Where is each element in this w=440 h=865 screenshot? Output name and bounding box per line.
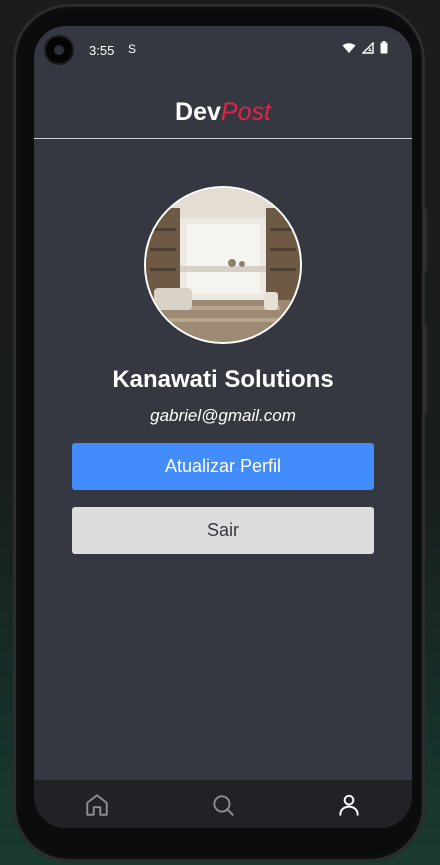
tab-profile[interactable] [336,792,362,818]
app-header: DevPost [34,86,412,139]
signal-icon [362,41,374,54]
tab-home[interactable] [84,792,110,818]
battery-icon [380,41,388,54]
avatar-image [146,188,300,342]
avatar[interactable] [144,186,302,344]
brand-accent-text: Post [220,97,271,126]
front-camera [46,37,72,63]
status-notification-icon: S [128,42,137,56]
bottom-tab-bar [34,780,412,828]
volume-button [423,209,427,271]
logout-button[interactable]: Sair [72,507,374,554]
home-icon [86,794,108,816]
tab-search[interactable] [210,792,236,818]
status-time: 3:55 [89,43,115,58]
brand-main-text: Dev [175,97,221,126]
brand-logo: DevPost [175,98,271,127]
profile-icon [339,794,359,816]
search-icon [213,795,234,816]
wifi-icon [342,42,356,53]
status-icons [342,41,388,54]
app-screen: 3:55 S DevPost Kanawati Solutions gabrie… [34,26,412,828]
status-bar: 3:55 S [34,26,412,76]
profile-name: Kanawati Solutions [112,366,334,393]
profile-email: gabriel@gmail.com [150,406,296,425]
power-button [423,324,427,414]
update-profile-button[interactable]: Atualizar Perfil [72,443,374,490]
